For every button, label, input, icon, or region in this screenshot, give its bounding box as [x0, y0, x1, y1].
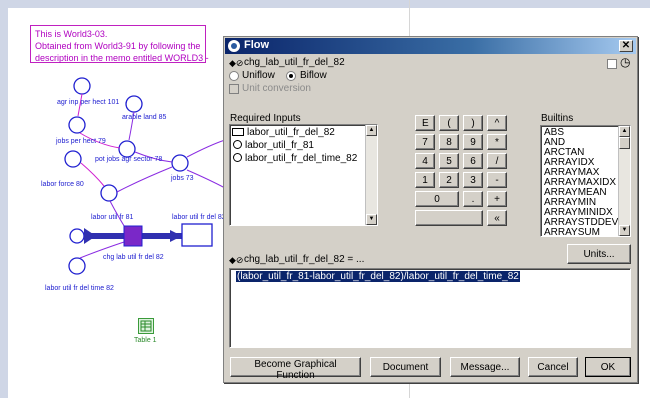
- flow-indicator-icon: ◆⊘: [229, 58, 244, 68]
- key-button[interactable]: ): [463, 115, 483, 131]
- converter-labor-util: [100, 184, 118, 202]
- table-label: Table 1: [134, 337, 157, 344]
- key-button[interactable]: 1: [415, 172, 435, 188]
- variable-name: chg_lab_util_fr_del_82: [244, 57, 345, 68]
- scroll-up-icon[interactable]: ▲: [619, 126, 630, 137]
- list-item[interactable]: labor_util_fr_81: [232, 140, 314, 151]
- required-input-name: labor_util_fr_del_time_82: [245, 153, 358, 164]
- converter-labor-force: [64, 150, 82, 168]
- key-button[interactable]: /: [487, 153, 507, 169]
- key-blank-button[interactable]: [415, 210, 483, 226]
- scroll-down-icon[interactable]: ▼: [366, 214, 377, 225]
- key-button[interactable]: 7: [415, 134, 435, 150]
- stock-flow-diagram: [64, 77, 226, 275]
- key-button[interactable]: (: [439, 115, 459, 131]
- key-button[interactable]: E: [415, 115, 435, 131]
- label-util-time: labor util fr del time 82: [45, 285, 114, 292]
- key-button[interactable]: 8: [439, 134, 459, 150]
- memo-line: This is World3-03.: [35, 29, 108, 39]
- key-button[interactable]: 4: [415, 153, 435, 169]
- key-button[interactable]: -: [487, 172, 507, 188]
- converter-arable-land: [125, 95, 143, 113]
- uniflow-radio[interactable]: [229, 71, 239, 81]
- converter-pot-jobs: [118, 140, 136, 158]
- builtin-item[interactable]: ARRAYSUM: [544, 227, 600, 236]
- builtins-heading: Builtins: [541, 113, 574, 124]
- ok-button[interactable]: OK: [585, 357, 631, 377]
- uniflow-label: Uniflow: [242, 70, 275, 81]
- memo-line: Obtained from World3-91 by following the: [35, 41, 201, 51]
- key-zero-button[interactable]: 0: [415, 191, 459, 207]
- app-icon: [228, 40, 240, 52]
- key-button[interactable]: 6: [463, 153, 483, 169]
- converter-icon: [233, 153, 242, 162]
- label-arable: arable land 85: [122, 114, 167, 121]
- key-button[interactable]: *: [487, 134, 507, 150]
- message-button[interactable]: Message...: [450, 357, 520, 377]
- label-chg-lab-util: chg lab util fr del 82: [103, 254, 164, 261]
- required-inputs-scrollbar[interactable]: ▲ ▼: [365, 125, 377, 225]
- converter-agr-inp: [73, 77, 91, 95]
- key-button[interactable]: 5: [439, 153, 459, 169]
- converter-icon: [233, 140, 242, 149]
- cancel-button[interactable]: Cancel: [528, 357, 578, 377]
- label-labor-force: labor force 80: [41, 181, 84, 188]
- label-pot-jobs: pot jobs agr sector 78: [95, 156, 163, 163]
- builtins-list[interactable]: ABS AND ARCTAN ARRAYIDX ARRAYMAX ARRAYMA…: [540, 125, 631, 237]
- key-button[interactable]: 2: [439, 172, 459, 188]
- document-button[interactable]: Document: [370, 357, 441, 377]
- scroll-down-icon[interactable]: ▼: [619, 225, 630, 236]
- key-button[interactable]: ^: [487, 115, 507, 131]
- dialog-title: Flow: [244, 39, 270, 51]
- scroll-up-icon[interactable]: ▲: [366, 125, 377, 136]
- become-graphical-button[interactable]: Become Graphical Function: [230, 357, 361, 381]
- close-button[interactable]: ✕: [619, 40, 633, 52]
- key-dot-button[interactable]: .: [463, 191, 483, 207]
- equation-heading: chg_lab_util_fr_del_82 = ...: [244, 254, 365, 265]
- converter-jobs-per-hect: [68, 116, 86, 134]
- dialog-title-bar[interactable]: Flow ✕: [225, 38, 636, 54]
- flow-indicator-icon: ◆⊘: [229, 255, 244, 265]
- equation-text[interactable]: (labor_util_fr_81-labor_util_fr_del_82)/…: [236, 271, 520, 282]
- label-jobs-per-hect: jobs per hect 79: [56, 138, 106, 145]
- key-button[interactable]: 3: [463, 172, 483, 188]
- canvas-top-edge: [0, 0, 650, 8]
- unit-conversion-label: Unit conversion: [242, 83, 311, 94]
- required-input-name: labor_util_fr_81: [245, 140, 314, 151]
- memo-box[interactable]: This is World3-03. Obtained from World3-…: [30, 25, 209, 63]
- units-button[interactable]: Units...: [567, 244, 631, 264]
- key-plus-button[interactable]: +: [487, 191, 507, 207]
- scroll-thumb[interactable]: [619, 137, 630, 149]
- biflow-radio[interactable]: [286, 71, 296, 81]
- clock-icon[interactable]: ◷: [620, 55, 630, 69]
- required-inputs-list[interactable]: labor_util_fr_del_82 labor_util_fr_81 la…: [229, 124, 378, 226]
- unit-conversion-checkbox[interactable]: [229, 84, 239, 94]
- flow-valve: [123, 225, 143, 247]
- label-labor-util-del: labor util fr del 82: [172, 214, 226, 221]
- cloud-icon: [69, 228, 85, 244]
- equation-editor[interactable]: (labor_util_fr_81-labor_util_fr_del_82)/…: [229, 268, 631, 348]
- list-item[interactable]: labor_util_fr_del_82: [232, 127, 335, 138]
- flow-dialog: Flow ✕ ◆⊘ chg_lab_util_fr_del_82 ◷ Unifl…: [223, 36, 638, 383]
- key-button[interactable]: 9: [463, 134, 483, 150]
- converter-jobs: [171, 154, 189, 172]
- backspace-button[interactable]: «: [487, 210, 507, 226]
- builtins-scrollbar[interactable]: ▲ ▼: [618, 126, 630, 236]
- options-checkbox[interactable]: [607, 59, 617, 69]
- stock-icon: [232, 128, 244, 136]
- stock-box: [181, 223, 213, 247]
- converter-util-time: [68, 257, 86, 275]
- required-inputs-heading: Required Inputs: [230, 113, 301, 124]
- label-labor-util: labor util fr 81: [91, 214, 134, 221]
- label-jobs: jobs 73: [171, 175, 194, 182]
- table-icon[interactable]: [138, 318, 154, 334]
- list-item[interactable]: labor_util_fr_del_time_82: [232, 153, 357, 164]
- biflow-label: Biflow: [300, 70, 327, 81]
- label-agr-inp: agr inp per hect 101: [57, 99, 120, 106]
- required-input-name: labor_util_fr_del_82: [247, 127, 335, 138]
